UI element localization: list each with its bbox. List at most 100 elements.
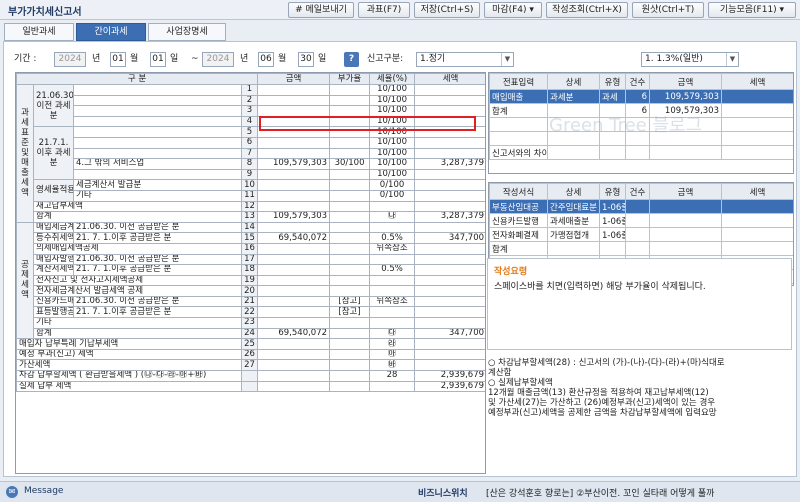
add-rate-cell[interactable] <box>329 274 371 287</box>
table-cell: 1-06줄 <box>599 213 626 228</box>
start-day-input[interactable]: 01 <box>150 52 166 67</box>
add-rate-cell[interactable] <box>329 242 371 255</box>
amount-cell[interactable] <box>257 253 331 266</box>
amount-cell[interactable] <box>257 221 331 234</box>
amount-cell[interactable] <box>257 359 331 372</box>
add-rate-cell[interactable] <box>329 253 371 266</box>
tab-business-detail[interactable]: 사업장명세 <box>148 23 226 41</box>
add-rate-cell[interactable] <box>329 136 371 149</box>
row-number: 3 <box>240 105 259 117</box>
group-label: 21.06.30.이전 과세분 <box>33 83 74 128</box>
amount-cell[interactable] <box>257 179 331 191</box>
add-rate-cell[interactable] <box>329 179 371 191</box>
row-number: 10 <box>240 179 259 191</box>
close-period-button[interactable]: 마감(F4) ▾ <box>484 2 542 18</box>
add-rate-cell[interactable] <box>329 189 371 202</box>
add-rate-cell[interactable] <box>329 211 371 223</box>
table-header-row: 작성서식 상세 유형 건수 금액 세액 <box>489 183 793 200</box>
chevron-down-icon: ▼ <box>726 53 738 66</box>
amount-cell[interactable] <box>257 168 331 181</box>
report-type-select[interactable]: 1.정기 ▼ <box>416 52 514 67</box>
start-year-input[interactable]: 2024 <box>54 52 86 67</box>
add-rate-cell[interactable]: 30/100 <box>329 158 371 170</box>
add-rate-cell[interactable] <box>329 348 371 361</box>
add-rate-cell[interactable] <box>329 84 371 96</box>
amount-cell[interactable] <box>257 105 331 117</box>
table-cell: 신용카드발행 <box>489 213 548 228</box>
add-rate-cell[interactable] <box>329 168 371 181</box>
add-rate-cell[interactable] <box>329 370 371 382</box>
add-rate-cell[interactable] <box>329 105 371 117</box>
tax-amount-cell: 347,700 <box>414 327 485 340</box>
add-rate-cell[interactable]: [참고] <box>329 295 371 308</box>
table-row[interactable]: 전자화폐결제가맹점협개1-06줄 <box>489 227 793 242</box>
amount-cell[interactable]: 69,540,072 <box>257 327 331 340</box>
add-rate-cell[interactable]: [참고] <box>329 306 371 319</box>
add-rate-cell[interactable] <box>329 338 371 350</box>
table-row[interactable]: 신고서와의 차이 <box>489 145 793 160</box>
amount-cell[interactable] <box>257 338 331 350</box>
amount-cell[interactable] <box>257 242 331 255</box>
tab-general-tax[interactable]: 일반과세 <box>4 23 74 41</box>
help-icon[interactable]: ? <box>344 52 359 67</box>
row-label <box>73 168 242 181</box>
amount-cell[interactable] <box>257 189 331 202</box>
add-rate-cell[interactable] <box>329 317 371 329</box>
amount-cell[interactable] <box>257 317 331 329</box>
mail-send-button[interactable]: # 메일보내기 <box>288 2 354 18</box>
tab-simplified-tax[interactable]: 간이과세 <box>76 23 146 41</box>
period-label: 기간 : <box>14 54 37 64</box>
message-button[interactable]: Message <box>24 486 63 496</box>
add-rate-cell[interactable] <box>329 94 371 107</box>
rate-option-select[interactable]: 1. 1.3%(일반) ▼ <box>641 52 739 67</box>
table-row[interactable]: 신용카드발행과세매출분1-06줄 <box>489 213 793 228</box>
tax-rate-cell <box>369 306 416 319</box>
row-number: 23 <box>240 317 259 329</box>
tax-base-button[interactable]: 과표(F7) <box>358 2 410 18</box>
amount-cell[interactable]: 69,540,072 <box>257 232 331 244</box>
oneshot-button[interactable]: 원샷(Ctrl+T) <box>632 2 704 18</box>
amount-cell[interactable] <box>257 285 331 297</box>
tax-rate-cell <box>369 380 416 393</box>
start-month-input[interactable]: 01 <box>110 52 126 67</box>
end-month-input[interactable]: 06 <box>258 52 274 67</box>
tax-amount-cell <box>414 84 485 96</box>
amount-cell[interactable] <box>257 274 331 287</box>
add-rate-cell[interactable] <box>329 285 371 297</box>
add-rate-cell[interactable] <box>329 327 371 340</box>
amount-cell[interactable]: 109,579,303 <box>257 211 331 223</box>
tax-amount-cell <box>414 221 485 234</box>
save-button[interactable]: 저장(Ctrl+S) <box>414 2 480 18</box>
function-menu-button[interactable]: 기능모음(F11) ▾ <box>708 2 796 18</box>
amount-cell[interactable] <box>257 370 331 382</box>
add-rate-cell[interactable] <box>329 200 371 213</box>
amount-cell[interactable]: 109,579,303 <box>257 158 331 170</box>
row-label <box>73 105 242 117</box>
add-rate-cell[interactable] <box>329 380 371 393</box>
add-rate-cell[interactable] <box>329 147 371 160</box>
add-rate-cell[interactable] <box>329 359 371 372</box>
query-button[interactable]: 작성조회(Ctrl+X) <box>546 2 628 18</box>
table-row[interactable]: 부동산임대공간주임대료분1-06줄 <box>489 199 793 214</box>
tax-rate-cell: 10/100 <box>369 84 416 96</box>
table-row[interactable]: 매입매출 과세분 과세 6 109,579,303 <box>489 89 793 104</box>
add-rate-cell[interactable] <box>329 221 371 234</box>
amount-cell[interactable] <box>257 380 331 393</box>
amount-cell[interactable] <box>257 264 331 276</box>
table-row[interactable]: 합계 <box>489 241 793 256</box>
news-ticker[interactable]: [산은 강석훈호 향로는] ②부산이전. 꼬인 실타래 어떻게 풀까 <box>486 486 714 499</box>
end-year-input[interactable]: 2024 <box>202 52 234 67</box>
end-day-input[interactable]: 30 <box>298 52 314 67</box>
amount-cell[interactable] <box>257 306 331 319</box>
amount-cell[interactable] <box>257 94 331 107</box>
amount-cell[interactable] <box>257 147 331 160</box>
amount-cell[interactable] <box>257 295 331 308</box>
amount-cell[interactable] <box>257 200 331 213</box>
amount-cell[interactable] <box>257 84 331 96</box>
amount-cell[interactable] <box>257 348 331 361</box>
business-watch-label[interactable]: 비즈니스위치 <box>418 486 468 499</box>
table-cell: 과세분 <box>547 89 600 104</box>
add-rate-cell[interactable] <box>329 264 371 276</box>
amount-cell[interactable] <box>257 136 331 149</box>
add-rate-cell[interactable] <box>329 232 371 244</box>
